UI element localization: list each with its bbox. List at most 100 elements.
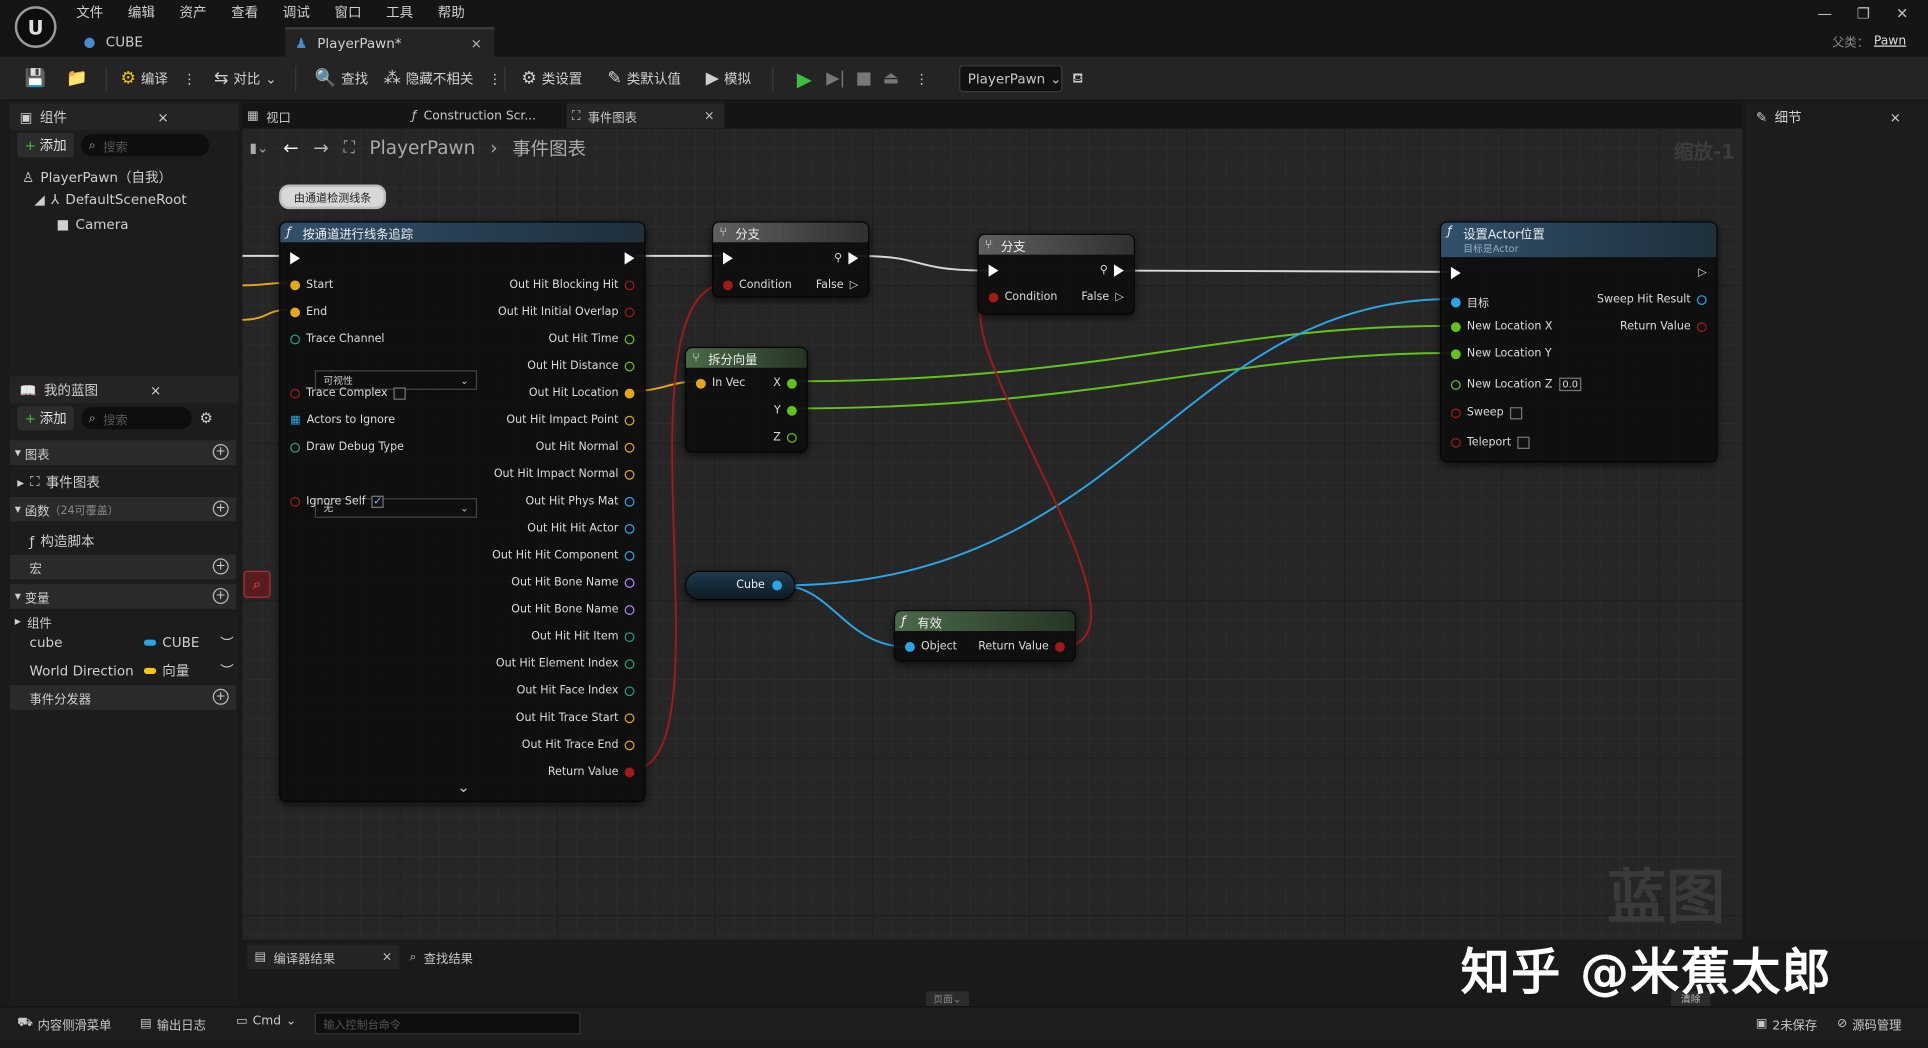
add-variable-icon[interactable]: + (212, 587, 229, 604)
pin-start[interactable]: Start (290, 279, 333, 292)
y-pin[interactable]: Y (774, 405, 797, 417)
class-defaults-button[interactable]: ✎ 类默认值 (607, 57, 680, 101)
section-graphs[interactable]: ▾ 图表 + (9, 440, 237, 465)
eye-icon[interactable]: ︶ (220, 661, 234, 681)
tab-viewport[interactable]: ▦ 视口 (247, 103, 291, 128)
restore-icon[interactable]: ❐ (1857, 5, 1870, 22)
item-components-category[interactable]: ▸ 组件 (15, 613, 52, 631)
exec-in-pin[interactable] (723, 252, 733, 265)
return-value-pin[interactable]: Return Value (1620, 321, 1707, 333)
unsaved-button[interactable]: ▣ 2未保存 (1756, 1015, 1817, 1033)
close-panel-icon[interactable]: × (150, 382, 161, 398)
tab-playerpawn[interactable]: ♟ PlayerPawn* × (285, 27, 495, 57)
trace-output-pin[interactable]: Out Hit Trace End (522, 739, 635, 752)
trace-output-pin[interactable]: Return Value (548, 766, 635, 779)
exec-in-pin[interactable] (1450, 266, 1461, 280)
pin-actors-to-ignore[interactable]: ▦ Actors to Ignore (290, 415, 395, 427)
section-variables[interactable]: ▾ 变量 + (9, 584, 237, 609)
eye-icon[interactable]: ︶ (220, 633, 234, 653)
close-tab-icon[interactable]: × (471, 35, 482, 51)
debug-object-select[interactable]: PlayerPawn ⌄ (959, 65, 1063, 93)
find-button[interactable]: 🔍 查找 (315, 57, 368, 101)
true-pin[interactable]: ⚲ (1100, 264, 1124, 277)
tree-item-playerpawn[interactable]: ♙ PlayerPawn（自我） (22, 167, 172, 187)
tab-cube[interactable]: ● CUBE (74, 27, 283, 57)
blueprint-search[interactable]: ⌕ 搜索 (81, 407, 193, 430)
trace-output-pin[interactable]: Out Hit Time (549, 333, 635, 346)
diff-button[interactable]: ⇆ 对比 ⌄ (214, 57, 277, 101)
is-valid-node[interactable]: ƒ 有效 Object Return Value (893, 610, 1076, 662)
browse-icon[interactable]: 📁 (66, 57, 87, 101)
trace-output-pin[interactable]: Out Hit Distance (527, 360, 635, 373)
cube-variable-node[interactable]: Cube (684, 570, 796, 601)
tab-compiler-results[interactable]: ▤ 编译器结果 × (247, 944, 400, 970)
parent-class-link[interactable]: Pawn (1874, 34, 1906, 48)
hide-unrelated-button[interactable]: ⁂ 隐藏不相关 ⋮ (384, 57, 502, 101)
page-button[interactable]: 页面 ⌄ (925, 991, 969, 1007)
x-pin[interactable]: X (773, 378, 797, 390)
components-search[interactable]: ⌕ 搜索 (81, 134, 210, 157)
section-functions[interactable]: ▾ 函数 （24可覆盖） + (9, 496, 237, 522)
trace-output-pin[interactable]: Out Hit Location (529, 387, 635, 400)
settings-gear-icon[interactable]: ⚙ (199, 410, 212, 427)
in-vec-pin[interactable]: In Vec (695, 378, 745, 390)
sweep-checkbox[interactable] (1509, 407, 1523, 420)
set-actor-location-node[interactable]: ƒ 设置Actor位置 目标是Actor ▷ 目标 Sweep Hit Resu… (1439, 221, 1718, 463)
play-options-icon[interactable]: ⋮ (915, 57, 929, 101)
pin-ignore-self[interactable]: Ignore Self ✓ (290, 495, 385, 508)
trace-output-pin[interactable]: Out Hit Hit Component (492, 550, 635, 562)
exec-in-pin[interactable] (290, 252, 301, 265)
compile-button[interactable]: ⚙ 编译 ⋮ (121, 57, 197, 101)
false-pin[interactable]: False ▷ (1081, 292, 1123, 304)
pin-trace-channel[interactable]: Trace Channel (290, 333, 384, 346)
false-pin[interactable]: False ▷ (816, 279, 858, 291)
add-macro-icon[interactable]: + (212, 558, 229, 575)
minimize-icon[interactable]: — (1817, 5, 1832, 22)
close-window-icon[interactable]: ✕ (1896, 5, 1908, 22)
target-pin[interactable]: 目标 (1450, 294, 1489, 310)
expand-node-icon[interactable]: ⌄ (457, 779, 469, 796)
item-event-graph[interactable]: ▸ ⛶ 事件图表 (17, 472, 100, 492)
class-settings-button[interactable]: ⚙ 类设置 (521, 57, 582, 101)
step-icon[interactable]: ▶| (826, 57, 845, 101)
trace-output-pin[interactable]: Out Hit Trace Start (516, 712, 635, 724)
close-panel-icon[interactable]: × (1890, 109, 1901, 125)
variable-cube[interactable]: cube CUBE ︶ (30, 633, 237, 653)
teleport-checkbox[interactable] (1517, 436, 1530, 449)
item-construction-script[interactable]: ƒ 构造脚本 (30, 531, 95, 551)
pin-trace-complex[interactable]: Trace Complex (290, 387, 407, 400)
return-value-pin[interactable]: Return Value (978, 641, 1065, 653)
add-component-button[interactable]: + 添加 (17, 132, 75, 158)
menu-view[interactable]: 查看 (219, 1, 271, 26)
trace-output-pin[interactable]: Out Hit Element Index (496, 658, 635, 670)
close-tab-icon[interactable]: × (382, 950, 392, 964)
console-input[interactable]: 输入控制台命令 (314, 1012, 581, 1035)
simulate-button[interactable]: ▶ 模拟 (706, 57, 751, 101)
output-log-button[interactable]: ▤ 输出日志 (140, 1015, 206, 1033)
trace-output-pin[interactable]: Out Hit Initial Overlap (498, 306, 635, 319)
add-graph-icon[interactable]: + (212, 444, 229, 461)
trace-output-pin[interactable]: Out Hit Face Index (517, 685, 635, 697)
menu-debug[interactable]: 调试 (271, 1, 323, 26)
content-drawer-button[interactable]: ⛟ 内容侧滑菜单 (17, 1015, 111, 1033)
break-vector-node[interactable]: ⑂ 拆分向量 In Vec X Y Z (684, 346, 808, 453)
trace-output-pin[interactable]: Out Hit Impact Point (506, 415, 635, 427)
branch-node-1[interactable]: ⑂ 分支 ⚲ Condition False ▷ (711, 221, 870, 298)
object-pin[interactable]: Object (904, 641, 957, 653)
z-value-input[interactable]: 0.0 (1558, 377, 1582, 392)
tree-item-defaultsceneroot[interactable]: ◢ ⅄ DefaultSceneRoot (34, 192, 186, 208)
trace-output-pin[interactable]: Out Hit Normal (536, 442, 635, 454)
exec-out-pin[interactable] (624, 252, 635, 265)
search-graph-button[interactable]: ⌕ (243, 570, 271, 598)
menu-asset[interactable]: 资产 (167, 1, 219, 26)
trace-complex-checkbox[interactable] (393, 387, 407, 400)
menu-window[interactable]: 窗口 (322, 1, 374, 26)
menu-help[interactable]: 帮助 (425, 1, 477, 26)
add-member-button[interactable]: + 添加 (17, 405, 75, 431)
menu-file[interactable]: 文件 (64, 1, 116, 26)
save-icon[interactable]: 💾 (25, 57, 46, 101)
trace-output-pin[interactable]: Out Hit Bone Name (511, 604, 635, 616)
teleport-pin[interactable]: Teleport (1450, 436, 1530, 449)
cmd-select[interactable]: ▭ Cmd ⌄ (236, 1015, 296, 1029)
true-pin[interactable]: ⚲ (834, 252, 859, 265)
